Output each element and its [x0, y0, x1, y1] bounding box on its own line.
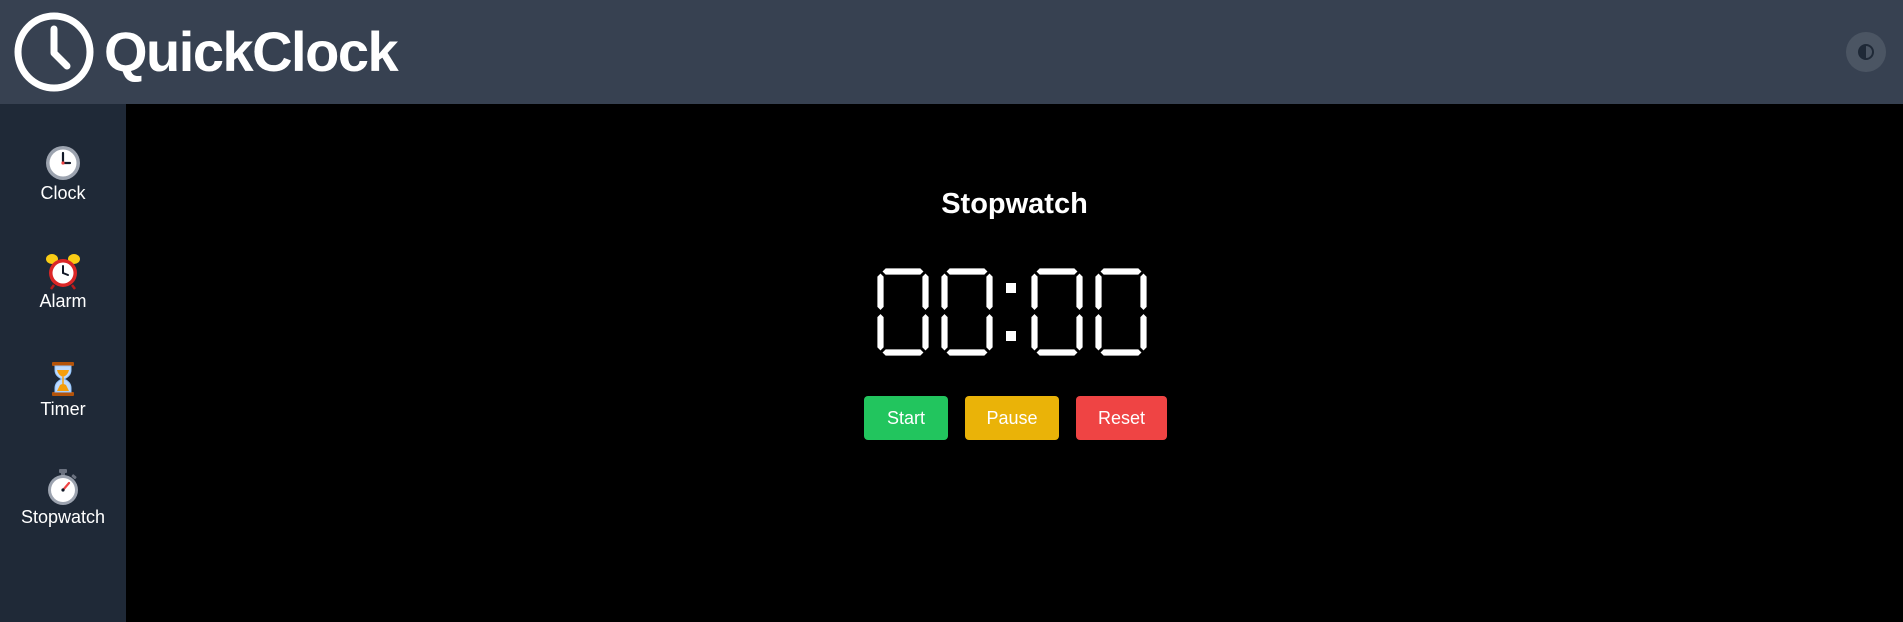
header-bar: QuickClock	[0, 0, 1903, 104]
main-panel: Stopwatch 00 00 Start Pause Reset	[126, 104, 1903, 622]
app-name: QuickClock	[104, 20, 399, 83]
stopwatch-display: 00 00	[877, 267, 1148, 357]
sidebar: Clock Alarm Timer Stopwatch	[0, 104, 126, 622]
start-button[interactable]: Start	[864, 396, 948, 440]
digit-segment	[881, 348, 925, 357]
colon-dot	[1006, 283, 1016, 293]
digit-segment	[945, 267, 989, 276]
digit-segment	[1099, 267, 1143, 276]
page-title: Stopwatch	[941, 188, 1088, 220]
digit-segment	[1075, 312, 1084, 352]
sidebar-item-clock[interactable]: Clock	[0, 144, 126, 230]
stopwatch-icon	[48, 469, 78, 505]
digit-segment	[1030, 312, 1039, 352]
sidebar-item-label: Timer	[40, 399, 86, 419]
digit-segment	[945, 348, 989, 357]
colon-dot	[1006, 331, 1016, 341]
sidebar-item-label: Clock	[40, 183, 86, 203]
digit-segment	[1094, 272, 1103, 312]
digit-segment	[940, 312, 949, 352]
reset-button[interactable]: Reset	[1076, 396, 1167, 440]
contrast-icon	[1858, 44, 1874, 60]
digit-segment	[985, 312, 994, 352]
digit-segment	[1139, 312, 1148, 352]
sidebar-item-label: Stopwatch	[20, 507, 106, 527]
digit-segment	[1094, 312, 1103, 352]
app-window: QuickClock Clock Alarm Timer Stopwatch S…	[0, 0, 1903, 622]
clock-icon	[14, 12, 94, 92]
digit-segment	[1139, 272, 1148, 312]
digit-segment	[1035, 348, 1079, 357]
clock-icon	[46, 146, 80, 180]
sidebar-item-stopwatch[interactable]: Stopwatch	[0, 468, 126, 554]
digit-segment	[921, 272, 930, 312]
digit-segment	[877, 272, 885, 312]
digit-segment	[940, 272, 949, 312]
pause-button[interactable]: Pause	[965, 396, 1059, 440]
digit-segment	[1075, 272, 1084, 312]
sidebar-item-label: Alarm	[39, 291, 87, 311]
theme-toggle-button[interactable]	[1846, 32, 1886, 72]
digit-segment	[1099, 348, 1143, 357]
digit-segment	[985, 272, 994, 312]
digit-segment	[881, 267, 925, 276]
hourglass-icon	[52, 362, 74, 396]
sidebar-item-alarm[interactable]: Alarm	[0, 252, 126, 338]
sidebar-item-timer[interactable]: Timer	[0, 360, 126, 446]
digit-segment	[1030, 272, 1039, 312]
digit-segment	[921, 312, 930, 352]
digit-segment	[877, 312, 885, 352]
digit-segment	[1035, 267, 1079, 276]
alarm-clock-icon	[46, 254, 80, 290]
